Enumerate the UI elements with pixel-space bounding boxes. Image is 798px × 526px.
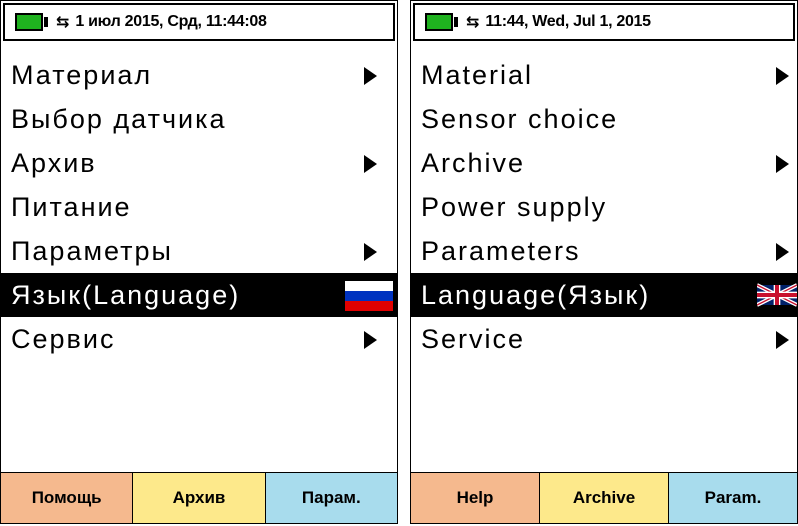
usb-icon: ⇆ — [466, 12, 480, 31]
menu-item-label: Parameters — [421, 236, 581, 266]
battery-icon — [425, 13, 453, 31]
menu-item-language[interactable]: Language(Язык) — [411, 273, 797, 317]
menu-item-parameters[interactable]: Параметры — [1, 229, 397, 273]
device-screen-english: ⇆ 11:44, Wed, Jul 1, 2015 Material Senso… — [410, 0, 798, 524]
triangle-right-icon — [776, 155, 789, 173]
menu-item-label: Параметры — [11, 236, 173, 266]
menu-item-sensor-choice[interactable]: Выбор датчика — [1, 97, 397, 141]
menu-item-material[interactable]: Материал — [1, 53, 397, 97]
menu-item-parameters[interactable]: Parameters — [411, 229, 797, 273]
menu-item-power-supply[interactable]: Power supply — [411, 185, 797, 229]
archive-softkey[interactable]: Archive — [540, 473, 669, 523]
menu-item-label: Power supply — [421, 192, 608, 222]
status-datetime: 11:44, Wed, Jul 1, 2015 — [485, 13, 651, 30]
help-softkey[interactable]: Помощь — [1, 473, 134, 523]
softkey-bar: Помощь Архив Парам. — [1, 472, 397, 523]
status-bar: ⇆ 1 июл 2015, Срд, 11:44:08 — [3, 3, 395, 41]
menu-item-label: Архив — [11, 148, 97, 178]
menu-item-label: Язык(Language) — [11, 280, 241, 310]
menu-item-service[interactable]: Service — [411, 317, 797, 361]
menu-item-material[interactable]: Material — [411, 53, 797, 97]
menu-item-label: Питание — [11, 192, 132, 222]
menu-item-label: Material — [421, 60, 534, 90]
triangle-right-icon — [776, 243, 789, 261]
status-datetime: 1 июл 2015, Срд, 11:44:08 — [75, 13, 267, 30]
triangle-right-icon — [364, 243, 377, 261]
main-menu: Material Sensor choice Archive Power sup… — [411, 53, 797, 361]
menu-item-label: Archive — [421, 148, 526, 178]
menu-item-archive[interactable]: Архив — [1, 141, 397, 185]
usb-icon: ⇆ — [56, 12, 70, 31]
softkey-bar: Help Archive Param. — [411, 472, 797, 523]
menu-item-label: Выбор датчика — [11, 104, 227, 134]
parameters-softkey[interactable]: Парам. — [265, 473, 397, 523]
menu-item-archive[interactable]: Archive — [411, 141, 797, 185]
menu-item-power-supply[interactable]: Питание — [1, 185, 397, 229]
menu-item-sensor-choice[interactable]: Sensor choice — [411, 97, 797, 141]
uk-flag-icon — [757, 283, 797, 307]
battery-icon — [15, 13, 43, 31]
menu-item-language[interactable]: Язык(Language) — [1, 273, 397, 317]
help-softkey[interactable]: Help — [411, 473, 540, 523]
menu-item-label: Service — [421, 324, 526, 354]
status-bar: ⇆ 11:44, Wed, Jul 1, 2015 — [413, 3, 795, 41]
triangle-right-icon — [364, 155, 377, 173]
triangle-right-icon — [364, 67, 377, 85]
russian-flag-icon — [345, 281, 393, 311]
menu-item-label: Language(Язык) — [421, 280, 651, 310]
parameters-softkey[interactable]: Param. — [669, 473, 797, 523]
archive-softkey[interactable]: Архив — [133, 473, 266, 523]
menu-item-service[interactable]: Сервис — [1, 317, 397, 361]
device-screen-russian: ⇆ 1 июл 2015, Срд, 11:44:08 Материал Выб… — [0, 0, 398, 524]
menu-item-label: Материал — [11, 60, 153, 90]
menu-item-label: Sensor choice — [421, 104, 619, 134]
triangle-right-icon — [776, 331, 789, 349]
menu-item-label: Сервис — [11, 324, 116, 354]
main-menu: Материал Выбор датчика Архив Питание Пар… — [1, 53, 397, 361]
triangle-right-icon — [776, 67, 789, 85]
triangle-right-icon — [364, 331, 377, 349]
